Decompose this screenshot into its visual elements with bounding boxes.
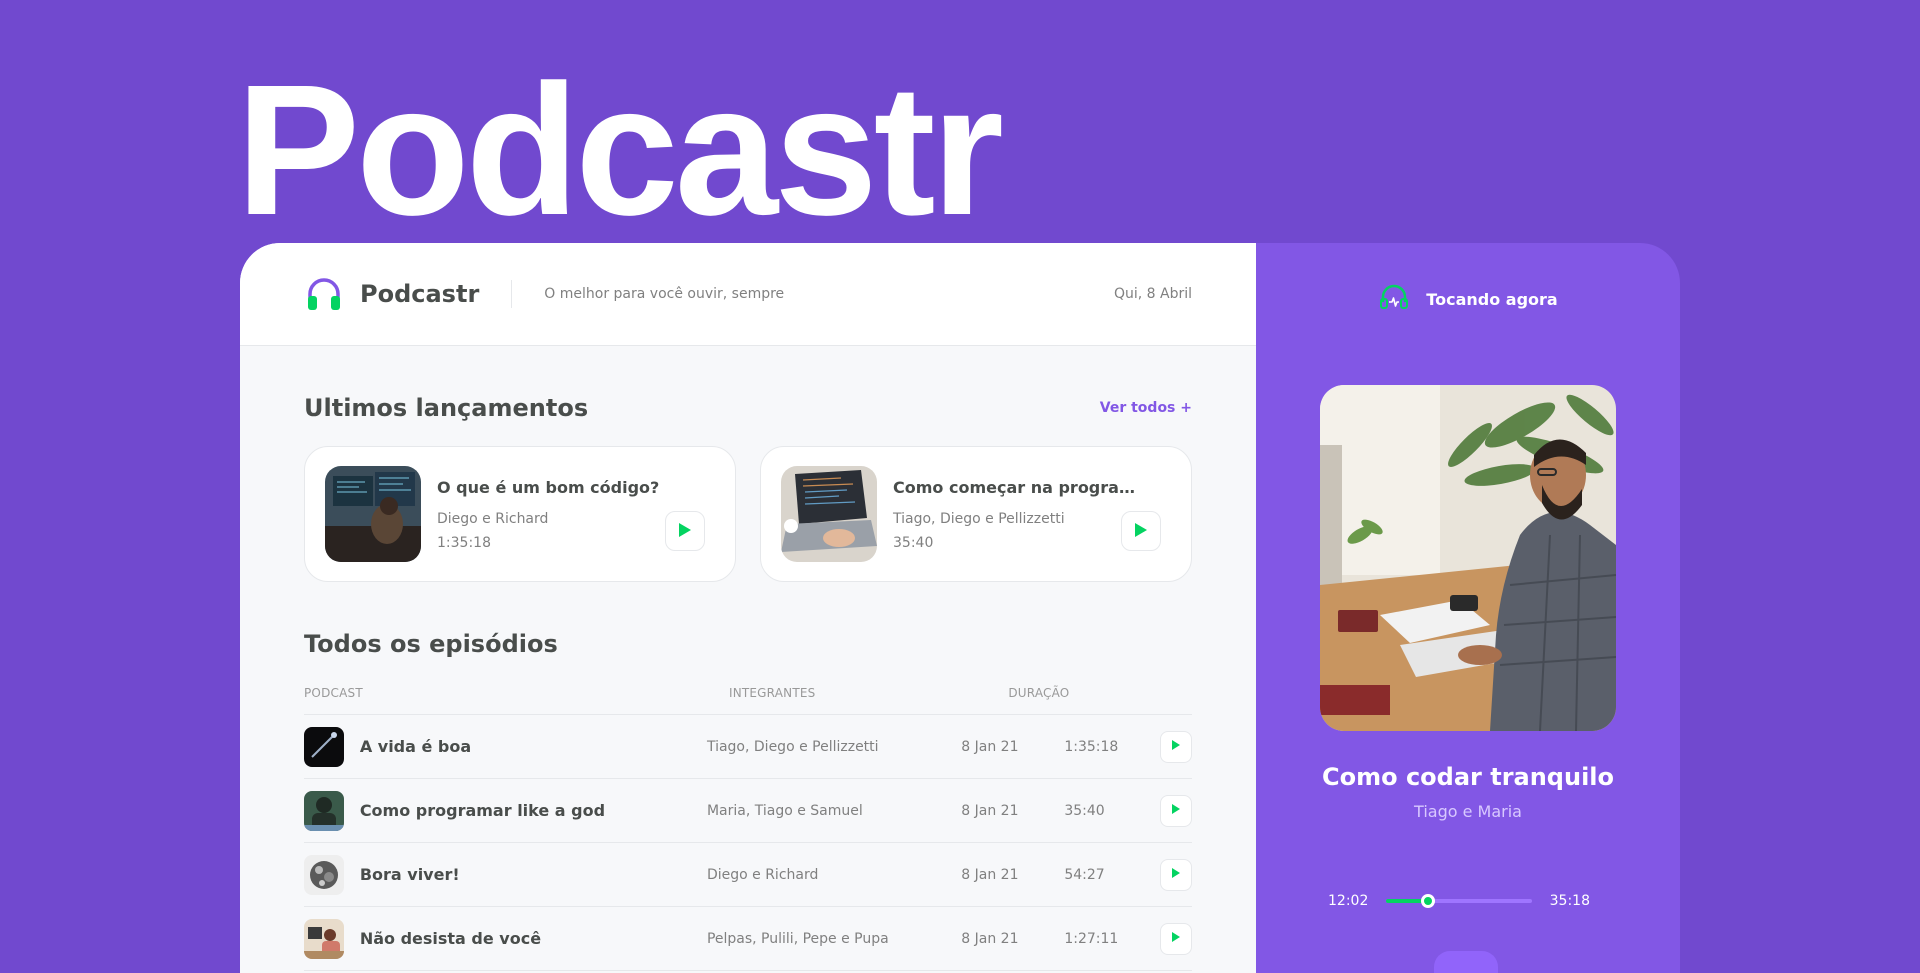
table-row: A vida é boa Tiago, Diego e Pellizzetti …: [304, 714, 1192, 779]
header-date: Qui, 8 Abril: [1113, 286, 1192, 302]
card-title[interactable]: O que é um bom código?: [437, 478, 695, 497]
player-header: Tocando agora: [1256, 281, 1680, 317]
episode-title[interactable]: A vida é boa: [360, 737, 471, 756]
episode-thumbnail: [304, 726, 344, 767]
progress-row: 12:02 35:18: [1328, 893, 1590, 909]
episode-duration: 54:27: [1064, 842, 1160, 907]
episode-thumbnail: [781, 466, 877, 562]
play-button[interactable]: [1159, 794, 1192, 827]
episodes-table: PODCAST INTEGRANTES DURAÇÃO A vida é boa…: [304, 686, 1192, 971]
episode-members: Maria, Tiago e Samuel: [706, 778, 962, 843]
latest-title: Ultimos lançamentos: [304, 394, 589, 422]
play-icon: [1171, 931, 1181, 946]
episode-thumbnail: [325, 466, 421, 562]
episode-members: Tiago, Diego e Pellizzetti: [706, 714, 962, 779]
hero-title: Podcastr: [236, 47, 1004, 254]
col-podcast: PODCAST: [304, 686, 707, 715]
content: Ultimos lançamentos Ver todos + O que é …: [240, 346, 1256, 971]
progress-slider[interactable]: [1386, 894, 1532, 908]
header: Podcastr O melhor para você ouvir, sempr…: [240, 243, 1256, 346]
now-playing-cover: [1320, 385, 1616, 731]
play-icon: [1171, 803, 1181, 818]
app-window: Podcastr O melhor para você ouvir, sempr…: [240, 243, 1680, 973]
card-title[interactable]: Como começar na programaçã...: [893, 478, 1151, 497]
episode-duration: 1:27:11: [1064, 906, 1160, 971]
latest-card[interactable]: O que é um bom código? Diego e Richard 1…: [304, 446, 736, 582]
episode-title[interactable]: Bora viver!: [360, 865, 460, 884]
table-row: Como programar like a god Maria, Tiago e…: [304, 778, 1192, 843]
play-button[interactable]: [1159, 858, 1192, 891]
all-episodes-title: Todos os episódios: [304, 630, 558, 658]
episode-duration: 35:40: [1064, 778, 1160, 843]
headphones-icon: [304, 274, 344, 314]
episode-title[interactable]: Como programar like a god: [360, 801, 605, 820]
table-row: Não desista de você Pelpas, Pulili, Pepe…: [304, 906, 1192, 971]
episode-date: 8 Jan 21: [961, 778, 1065, 843]
play-button[interactable]: [1159, 730, 1192, 763]
see-all-link[interactable]: Ver todos +: [1100, 400, 1192, 416]
episode-date: 8 Jan 21: [961, 906, 1065, 971]
episode-thumbnail: [304, 854, 344, 895]
header-divider: [511, 280, 513, 308]
episode-thumbnail: [304, 918, 344, 959]
table-header-row: PODCAST INTEGRANTES DURAÇÃO: [304, 686, 1192, 715]
latest-episodes: O que é um bom código? Diego e Richard 1…: [304, 446, 1192, 582]
now-playing-members: Tiago e Maria: [1414, 802, 1522, 821]
play-button[interactable]: [1159, 922, 1192, 955]
progress-handle[interactable]: [1421, 894, 1436, 908]
total-time: 35:18: [1549, 893, 1590, 909]
play-icon: [1134, 522, 1148, 541]
episode-title[interactable]: Não desista de você: [360, 929, 541, 948]
brand-name[interactable]: Podcastr: [360, 280, 479, 308]
now-playing-label: Tocando agora: [1426, 289, 1558, 309]
player-panel: Tocando agora Como codar tranquilo Tiago…: [1256, 243, 1680, 973]
play-button[interactable]: [665, 511, 705, 551]
tagline: O melhor para você ouvir, sempre: [544, 286, 785, 302]
main-area: Podcastr O melhor para você ouvir, sempr…: [240, 243, 1256, 973]
episode-date: 8 Jan 21: [961, 714, 1065, 779]
play-icon: [1171, 867, 1181, 882]
play-icon: [678, 522, 692, 541]
table-row: Bora viver! Diego e Richard 8 Jan 21 54:…: [304, 842, 1192, 907]
episode-thumbnail: [304, 790, 344, 831]
latest-card[interactable]: Como começar na programaçã... Tiago, Die…: [760, 446, 1192, 582]
player-control-button[interactable]: [1434, 951, 1498, 973]
latest-header: Ultimos lançamentos Ver todos +: [304, 394, 1192, 422]
now-playing-title: Como codar tranquilo: [1321, 763, 1615, 791]
headphones-pulse-icon: [1378, 281, 1410, 317]
col-members: INTEGRANTES: [706, 686, 962, 715]
play-button[interactable]: [1121, 511, 1161, 551]
episode-duration: 1:35:18: [1064, 714, 1160, 779]
play-icon: [1171, 739, 1181, 754]
episode-members: Pelpas, Pulili, Pepe e Pupa: [706, 906, 962, 971]
col-duration: DURAÇÃO: [1008, 686, 1104, 715]
episode-date: 8 Jan 21: [961, 842, 1065, 907]
col-action: [1159, 686, 1192, 715]
episode-members: Diego e Richard: [706, 842, 962, 907]
current-time: 12:02: [1328, 893, 1369, 909]
